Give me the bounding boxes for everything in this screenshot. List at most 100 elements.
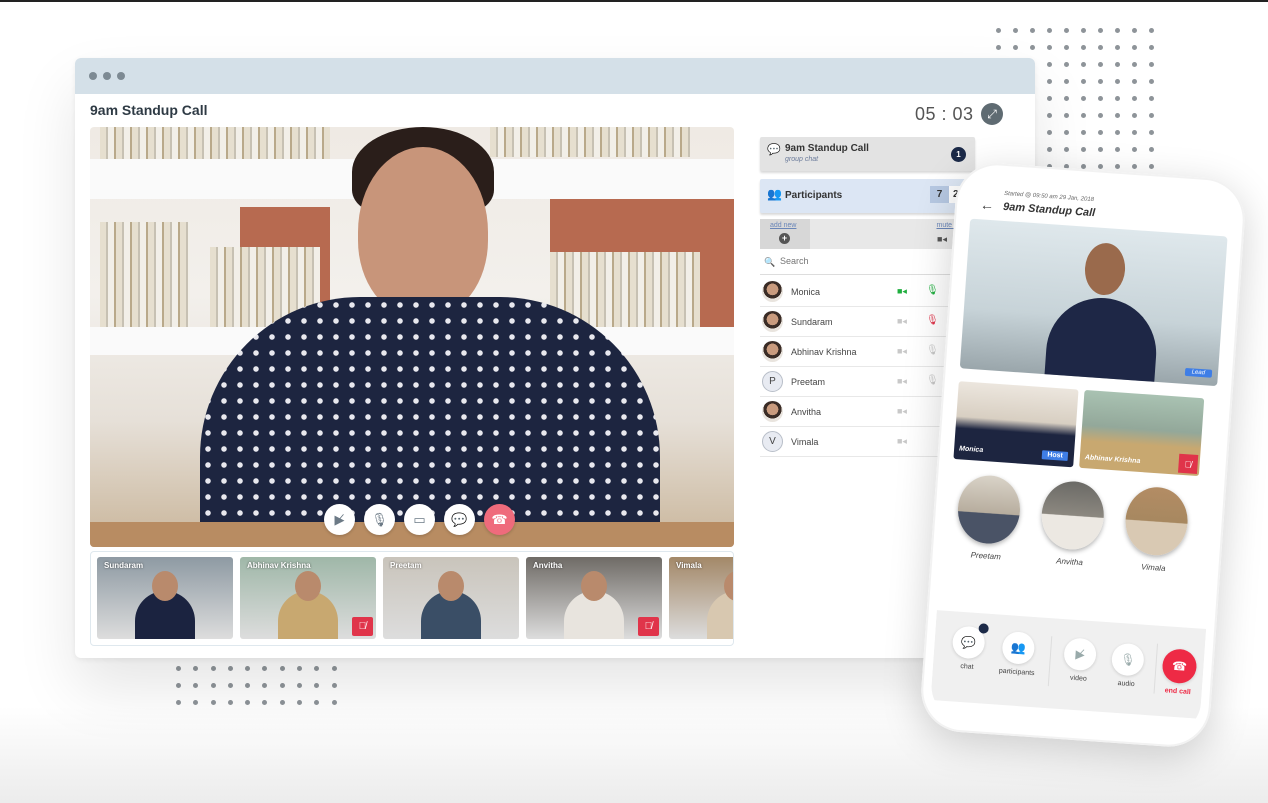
dot [170,660,187,677]
mic-icon[interactable]: 🎙 [926,345,939,356]
participant-circle[interactable]: Anvitha [1038,479,1107,568]
participant-photo [1039,479,1107,552]
unread-badge: 1 [951,147,966,162]
video-status-icon[interactable]: ■◂ [897,406,907,417]
window-dot[interactable] [117,72,125,80]
participant-thumbnail[interactable]: Sundaram [97,557,233,639]
dot [1126,39,1143,56]
participant-name: Preetam [970,550,1002,562]
video-off-button[interactable]: ▶̸ [324,504,355,535]
mobile-end-call-button[interactable]: ☎ end call [1150,647,1209,697]
mobile-tile[interactable]: Abhinav Krishna 🎙̸ [1079,389,1205,477]
dot [1143,124,1160,141]
muted-icon: 🎙̸ [352,617,373,636]
expand-button[interactable]: ⤢ [981,103,1003,125]
mobile-participants-button[interactable]: 👥 participants [988,630,1047,678]
group-chat-card[interactable]: 💬 9am Standup Call group chat 1 [760,137,975,171]
avatar [762,311,783,332]
person-face [358,147,488,317]
participants-header[interactable]: 👥 Participants 7 24 [760,179,975,213]
dot [1126,90,1143,107]
video-status-icon[interactable]: ■◂ [897,436,907,447]
group-chat-title: 9am Standup Call [785,143,869,154]
participant-row[interactable]: P Preetam ■◂ 🎙 [760,367,960,397]
search-input[interactable] [780,256,950,266]
mic-muted-icon[interactable]: 🎙 [926,315,939,326]
participant-row[interactable]: V Vimala ■◂ [760,427,960,457]
participant-thumbnail[interactable]: Abhinav Krishna 🎙̸ [240,557,376,639]
dot [1126,141,1143,158]
participant-circle[interactable]: Vimala [1122,485,1190,574]
participant-row[interactable]: Abhinav Krishna ■◂ 🎙 [760,337,960,367]
dot [1143,90,1160,107]
mobile-phone: Started @ 09:50 am 29 Jan, 2018 ← 9am St… [918,160,1248,750]
call-timer: 05 : 03 [915,104,974,124]
chat-bubble-icon: 💬 [767,144,781,156]
chat-button[interactable]: 💬 [444,504,475,535]
dot [1075,141,1092,158]
video-icon[interactable]: ■◂ [937,234,947,245]
participant-thumbnails: Sundaram Abhinav Krishna 🎙̸ Preetam Anvi… [90,551,734,646]
video-status-icon[interactable]: ■◂ [897,376,907,387]
back-arrow-icon[interactable]: ← [980,196,995,213]
dot [1092,90,1109,107]
video-status-icon[interactable]: ■◂ [897,316,907,327]
audio-label: audio [1117,679,1135,689]
dot [1109,39,1126,56]
dot [1126,107,1143,124]
add-new-link[interactable]: add new [770,222,796,229]
dot [1143,56,1160,73]
search-icon: 🔍 [764,257,776,267]
screen-share-button[interactable]: ▭ [404,504,435,535]
video-status-icon[interactable]: ■◂ [897,346,907,357]
dot [1058,56,1075,73]
video-off-icon: ▶̸ [334,511,345,527]
participant-thumbnail[interactable]: Preetam [383,557,519,639]
dot [1143,158,1160,175]
dot [1126,73,1143,90]
window-dot[interactable] [89,72,97,80]
dot [1126,124,1143,141]
background-books [100,222,190,327]
lead-badge: Lead [1184,367,1213,378]
dot [1024,39,1041,56]
mic-icon[interactable]: 🎙 [926,285,939,296]
participant-thumbnail[interactable]: Anvitha 🎙̸ [526,557,662,639]
person-body [1043,294,1160,387]
window-dot[interactable] [103,72,111,80]
dot [1075,90,1092,107]
mobile-audio-button[interactable]: 🎙 audio [1098,642,1157,690]
dot [1075,73,1092,90]
participant-row[interactable]: Anvitha ■◂ [760,397,960,427]
chat-icon: 💬 [451,511,468,527]
group-chat-subtitle: group chat [785,156,819,163]
dot [1058,39,1075,56]
dot [1041,22,1058,39]
dot [1109,73,1126,90]
mobile-tile[interactable]: Monica Host [953,381,1079,468]
end-call-button[interactable]: ☎ [484,504,515,535]
participant-thumbnail[interactable]: Vimala [669,557,733,639]
participant-row[interactable]: Monica ■◂ 🎙 [760,277,960,307]
avatar [762,341,783,362]
mic-off-button[interactable]: 🎙 [364,504,395,535]
dot [291,677,308,694]
mobile-participant-circles: Preetam Anvitha Vimala [954,473,1190,574]
mic-icon[interactable]: 🎙 [926,375,939,386]
person-face [581,571,607,601]
dot [1109,56,1126,73]
participant-name: Anvitha [1055,556,1084,568]
decorative-dot-grid [170,660,343,711]
thumbnail-name: Sundaram [104,561,144,570]
dot [205,677,222,694]
dot [1058,90,1075,107]
chat-icon: 💬 [960,634,977,650]
participant-row[interactable]: Sundaram ■◂ 🎙 [760,307,960,337]
participant-circle[interactable]: Preetam [954,473,1023,562]
video-status-icon[interactable]: ■◂ [897,286,907,297]
screen-share-icon: ▭ [413,511,426,527]
plus-icon[interactable]: + [779,233,790,244]
end-call-icon: ☎ [491,511,508,527]
dot [291,660,308,677]
dot [1143,107,1160,124]
